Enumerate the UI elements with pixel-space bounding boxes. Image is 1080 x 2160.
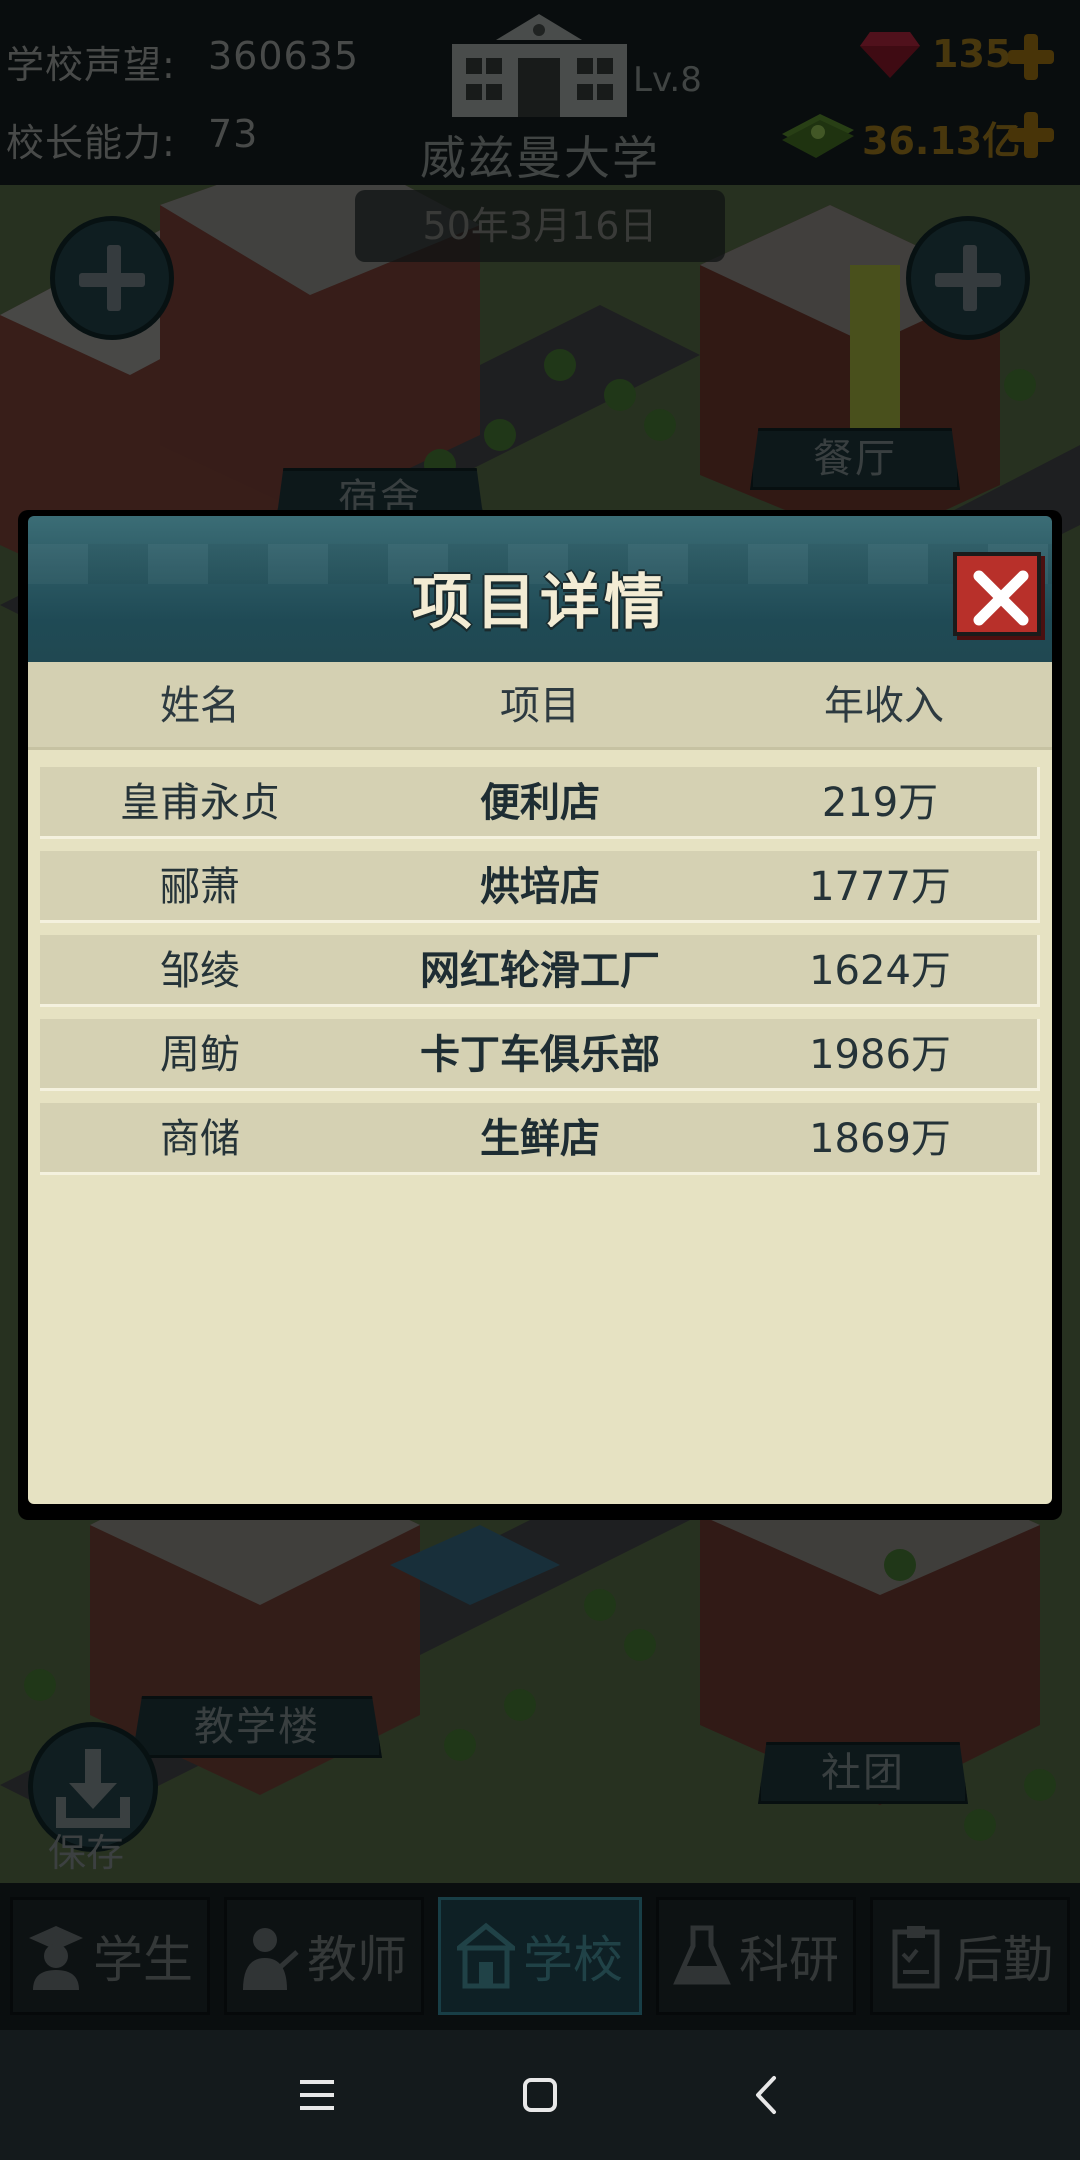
tab-school[interactable]: 学校 [438, 1897, 642, 2015]
school-building-icon[interactable] [452, 12, 627, 117]
column-header-income: 年收入 [824, 683, 944, 729]
add-building-right-button[interactable] [906, 216, 1030, 340]
tab-logistics[interactable]: 后勤 [870, 1897, 1070, 2015]
add-money-button[interactable] [1006, 110, 1056, 160]
tab-school-label: 学校 [523, 1931, 623, 1989]
gem-count: 135 [932, 32, 1012, 76]
row-name: 邹绫 [160, 948, 240, 994]
clipboard-icon [892, 1926, 940, 1989]
school-icon [457, 1922, 515, 1989]
table-header: 姓名 项目 年收入 [28, 662, 1052, 750]
tab-students-label: 学生 [93, 1931, 193, 1989]
row-project: 烘培店 [480, 864, 600, 910]
row-income: 219万 [821, 780, 939, 826]
row-project: 卡丁车俱乐部 [420, 1032, 660, 1078]
canteen-label[interactable]: 餐厅 [750, 428, 960, 490]
teaching-building-label[interactable]: 教学楼 [132, 1696, 382, 1758]
tab-logistics-label: 后勤 [953, 1931, 1053, 1989]
row-project: 生鲜店 [480, 1116, 600, 1162]
column-header-name: 姓名 [160, 683, 240, 729]
cash-icon [782, 114, 854, 158]
top-status-bar: 学校声望: 360635 校长能力: 73 Lv.8 威兹曼大学 135 36.… [0, 0, 1080, 185]
table-row[interactable]: 皇甫永贞 便利店 219万 [40, 767, 1040, 839]
home-icon[interactable] [505, 2060, 575, 2130]
flask-icon [673, 1925, 731, 1985]
game-date: 50年3月16日 [355, 190, 725, 262]
reputation-label: 学校声望: [6, 43, 176, 87]
tab-research-label: 科研 [739, 1931, 839, 1989]
back-icon[interactable] [732, 2060, 802, 2130]
table-row[interactable]: 周鲂 卡丁车俱乐部 1986万 [40, 1019, 1040, 1091]
dialog-title: 项目详情 [412, 568, 668, 638]
table-row[interactable]: 邹绫 网红轮滑工厂 1624万 [40, 935, 1040, 1007]
system-navigation-bar [0, 2030, 1080, 2160]
club-label[interactable]: 社团 [758, 1742, 968, 1804]
row-name: 郦萧 [160, 864, 240, 910]
row-income: 1869万 [809, 1116, 951, 1162]
project-details-dialog: 项目详情 姓名 项目 年收入 皇甫永贞 便利店 219万 郦萧 烘培店 1777… [18, 510, 1062, 1520]
row-income: 1986万 [809, 1032, 951, 1078]
row-project: 便利店 [480, 780, 600, 826]
reputation-value: 360635 [208, 34, 360, 78]
tab-teachers[interactable]: 教师 [224, 1897, 424, 2015]
teacher-icon [243, 1928, 299, 1990]
money-amount: 36.13亿 [862, 119, 1021, 163]
row-name: 周鲂 [160, 1032, 240, 1078]
row-income: 1624万 [809, 948, 951, 994]
dialog-body: 姓名 项目 年收入 皇甫永贞 便利店 219万 郦萧 烘培店 1777万 邹绫 … [28, 662, 1052, 1504]
student-icon [29, 1926, 83, 1990]
close-icon [973, 570, 1029, 626]
row-income: 1777万 [809, 864, 951, 910]
column-header-project: 项目 [500, 683, 580, 729]
tab-research[interactable]: 科研 [656, 1897, 856, 2015]
school-level: Lv.8 [633, 60, 702, 100]
gem-icon [860, 32, 920, 78]
row-project: 网红轮滑工厂 [420, 948, 660, 994]
row-name: 商储 [160, 1116, 240, 1162]
save-label: 保存 [48, 1831, 125, 1875]
table-row[interactable]: 郦萧 烘培店 1777万 [40, 851, 1040, 923]
tab-teachers-label: 教师 [307, 1931, 407, 1989]
dialog-header: 项目详情 [28, 516, 1052, 666]
bottom-navigation: 学生 教师 学校 科研 后勤 [0, 1883, 1080, 2030]
close-button[interactable] [953, 552, 1041, 636]
tab-students[interactable]: 学生 [10, 1897, 210, 2015]
table-row[interactable]: 商储 生鲜店 1869万 [40, 1103, 1040, 1175]
menu-icon[interactable] [282, 2060, 352, 2130]
add-gems-button[interactable] [1006, 32, 1056, 82]
row-name: 皇甫永贞 [120, 780, 280, 826]
add-building-left-button[interactable] [50, 216, 174, 340]
